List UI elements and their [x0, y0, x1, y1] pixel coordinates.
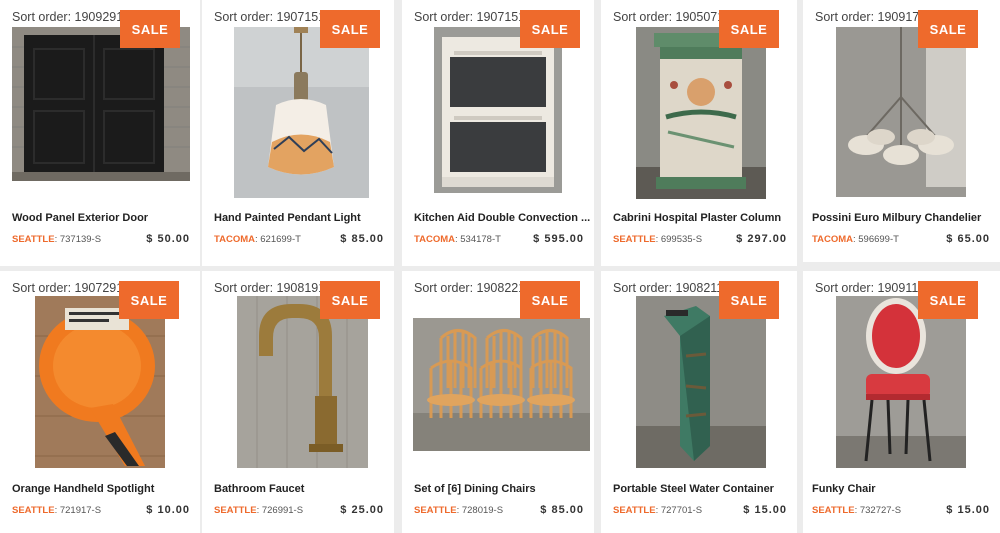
sale-badge: SALE	[719, 281, 779, 319]
sku: : 728019-S	[456, 505, 504, 516]
sale-badge: SALE	[520, 10, 580, 48]
product-image[interactable]	[636, 27, 766, 199]
sale-badge: SALE	[719, 10, 779, 48]
product-image[interactable]	[234, 27, 369, 198]
listing-card[interactable]: Sort order: 19092913 SALE Wood Panel Ext…	[0, 0, 200, 266]
listing-card[interactable]: Sort order: 19071511 SALE Kitchen Aid Do…	[402, 0, 594, 266]
sku: : 726991-S	[256, 505, 304, 516]
sku: : 721917-S	[54, 505, 102, 516]
product-title[interactable]: Cabrini Hospital Plaster Column	[613, 212, 791, 224]
price: $ 50.00	[146, 233, 190, 245]
location-sku: SEATTLE: 728019-S	[414, 505, 503, 516]
sku: : 621699-T	[254, 234, 301, 245]
product-image[interactable]	[836, 296, 966, 468]
price: $ 25.00	[340, 504, 384, 516]
price: $ 85.00	[340, 233, 384, 245]
location-sku: SEATTLE: 699535-S	[613, 234, 702, 245]
location-sku: SEATTLE: 737139-S	[12, 234, 101, 245]
location-sku: TACOMA: 596699-T	[812, 234, 899, 245]
sort-order-label: Sort order: 19071511	[214, 10, 332, 24]
listing-card[interactable]: Sort order: 19082213 SALE Set of [6] Din…	[402, 271, 594, 533]
location-city: TACOMA	[812, 234, 853, 245]
price: $ 297.00	[736, 233, 787, 245]
product-title[interactable]: Bathroom Faucet	[214, 483, 392, 495]
listing-card[interactable]: Sort order: 19091712 SALE Possini Euro M…	[803, 0, 1000, 262]
sort-order-label: Sort order: 19050710	[613, 10, 732, 24]
listing-card[interactable]: Sort order: 19082117 SALE Portable Steel…	[601, 271, 797, 533]
listing-card[interactable]: Sort order: 19050710 SALE Cabrini Hospit…	[601, 0, 797, 266]
product-title[interactable]: Portable Steel Water Container	[613, 483, 791, 495]
product-image[interactable]	[35, 296, 165, 468]
sort-order-label: Sort order: 19082213	[414, 281, 533, 295]
product-title[interactable]: Set of [6] Dining Chairs	[414, 483, 592, 495]
sort-order-label: Sort order: 19071511	[414, 10, 532, 24]
location-city: SEATTLE	[613, 505, 656, 516]
sort-order-label: Sort order: 19082117	[613, 281, 731, 295]
product-title[interactable]: Orange Handheld Spotlight	[12, 483, 190, 495]
location-sku: SEATTLE: 727701-S	[613, 505, 702, 516]
location-city: SEATTLE	[812, 505, 855, 516]
sort-order-label: Sort order: 19091712	[815, 10, 934, 24]
price: $ 10.00	[146, 504, 190, 516]
location-city: SEATTLE	[414, 505, 457, 516]
product-image[interactable]	[434, 27, 562, 193]
product-image[interactable]	[12, 27, 190, 181]
product-title[interactable]: Funky Chair	[812, 483, 990, 495]
sale-badge: SALE	[520, 281, 580, 319]
location-sku: TACOMA: 534178-T	[414, 234, 501, 245]
listing-card[interactable]: Sort order: 19081917 SALE Bathroom Fauce…	[202, 271, 394, 533]
product-title[interactable]: Wood Panel Exterior Door	[12, 212, 190, 224]
product-title[interactable]: Possini Euro Milbury Chandelier	[812, 212, 990, 224]
location-sku: SEATTLE: 732727-S	[812, 505, 901, 516]
listing-grid: Sort order: 19092913 SALE Wood Panel Ext…	[0, 0, 1000, 533]
location-sku: SEATTLE: 721917-S	[12, 505, 101, 516]
sku: : 732727-S	[854, 505, 902, 516]
product-title[interactable]: Hand Painted Pendant Light	[214, 212, 392, 224]
sale-badge: SALE	[918, 10, 978, 48]
product-image[interactable]	[836, 27, 966, 197]
sort-order-label: Sort order: 19092913	[12, 10, 131, 24]
listing-card[interactable]: Sort order: 19071511 SALE Hand Painted P…	[202, 0, 394, 266]
product-image[interactable]	[237, 296, 368, 468]
price: $ 595.00	[533, 233, 584, 245]
sku: : 699535-S	[655, 234, 703, 245]
sort-order-label: Sort order: 19072912	[12, 281, 131, 295]
sale-badge: SALE	[119, 281, 179, 319]
location-city: SEATTLE	[12, 505, 55, 516]
sku: : 534178-T	[454, 234, 501, 245]
price: $ 85.00	[540, 504, 584, 516]
product-image[interactable]	[413, 318, 590, 451]
sort-order-label: Sort order: 19091116	[815, 281, 932, 295]
location-city: TACOMA	[214, 234, 255, 245]
location-city: SEATTLE	[12, 234, 55, 245]
product-title[interactable]: Kitchen Aid Double Convection ...	[414, 212, 592, 224]
sku: : 596699-T	[852, 234, 899, 245]
sort-order-label: Sort order: 19081917	[214, 281, 333, 295]
price: $ 65.00	[946, 233, 990, 245]
listing-card[interactable]: Sort order: 19091116 SALE Funky Chair SE…	[803, 271, 1000, 533]
sale-badge: SALE	[320, 281, 380, 319]
sku: : 737139-S	[54, 234, 102, 245]
price: $ 15.00	[946, 504, 990, 516]
sale-badge: SALE	[120, 10, 180, 48]
location-city: TACOMA	[414, 234, 455, 245]
location-city: SEATTLE	[214, 505, 257, 516]
location-city: SEATTLE	[613, 234, 656, 245]
location-sku: TACOMA: 621699-T	[214, 234, 301, 245]
listing-card[interactable]: Sort order: 19072912 SALE Orange Handhel…	[0, 271, 200, 533]
sale-badge: SALE	[320, 10, 380, 48]
sale-badge: SALE	[918, 281, 978, 319]
sku: : 727701-S	[655, 505, 703, 516]
location-sku: SEATTLE: 726991-S	[214, 505, 303, 516]
price: $ 15.00	[743, 504, 787, 516]
product-image[interactable]	[636, 296, 766, 468]
